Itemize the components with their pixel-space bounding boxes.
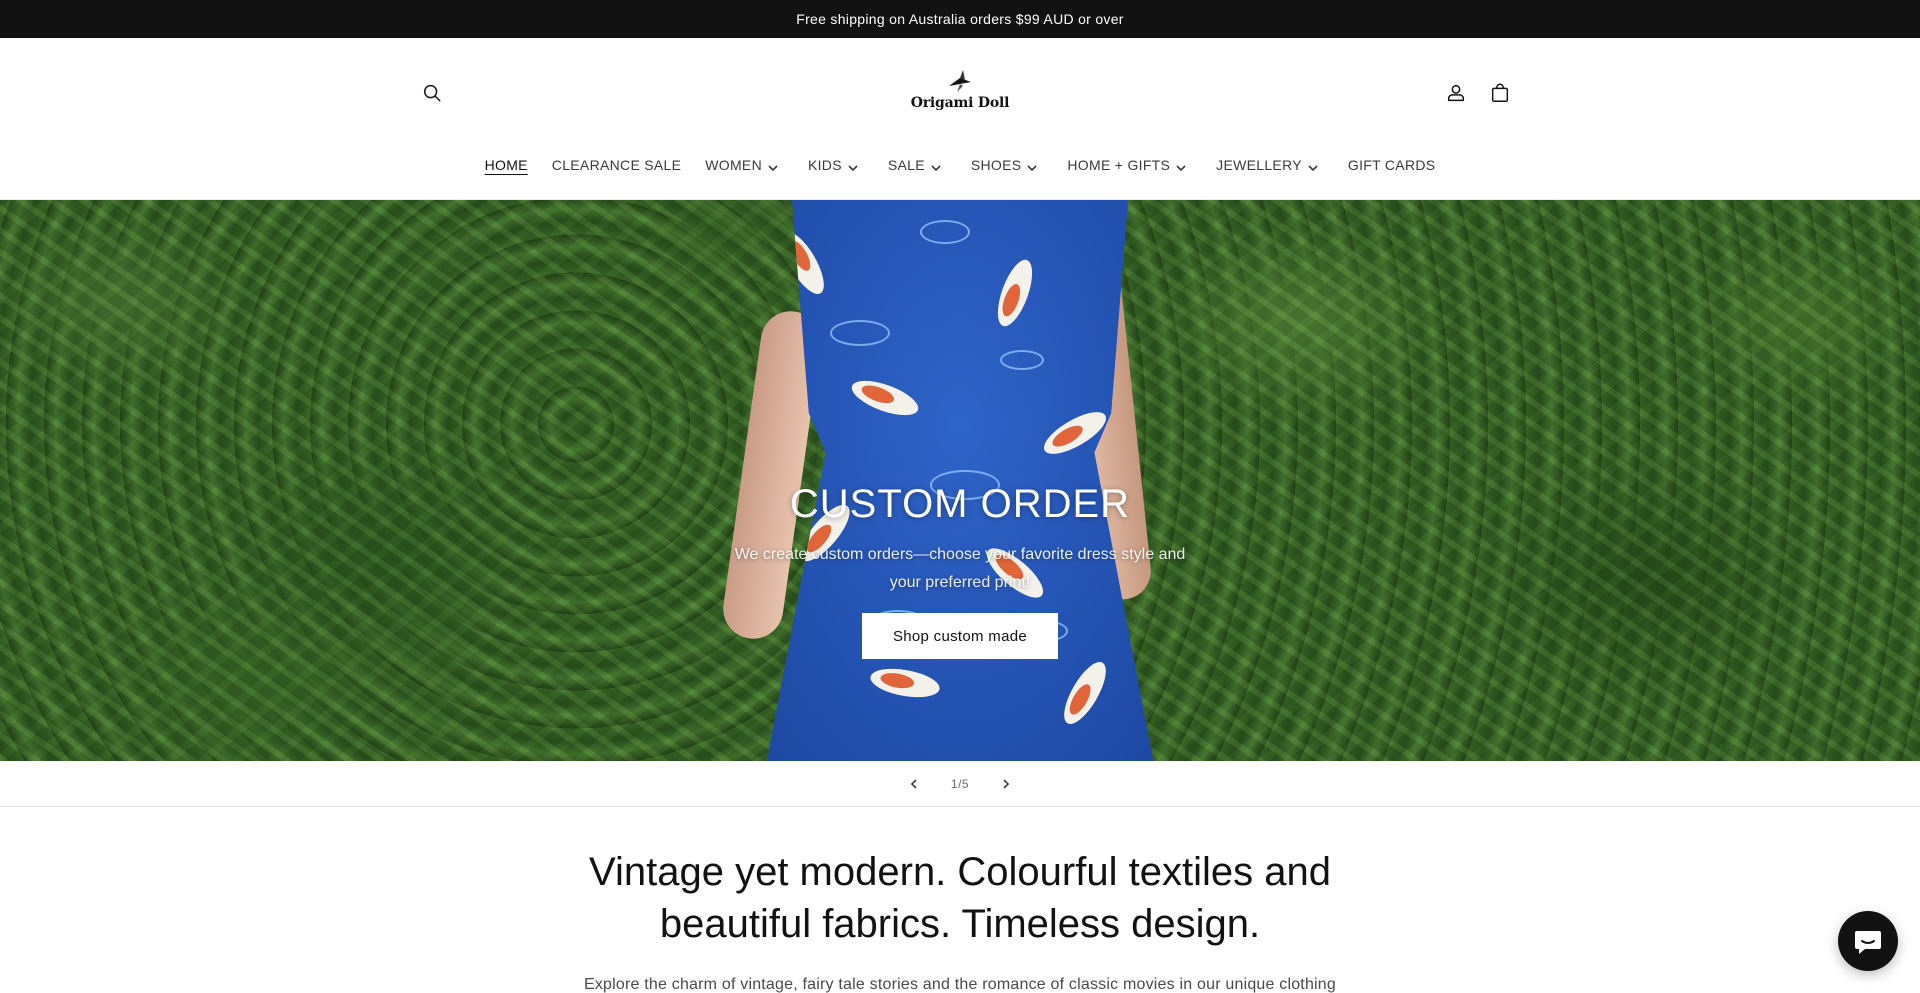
nav-label: SALE xyxy=(887,157,925,173)
nav-item-gift-cards[interactable]: GIFT CARDS xyxy=(1336,150,1448,180)
ripple-print xyxy=(920,220,970,244)
main-nav: HOME CLEARANCE SALE WOMEN KIDS SALE SHOE… xyxy=(0,150,1920,180)
chevron-left-icon xyxy=(910,778,917,789)
nav-label: SHOES xyxy=(970,157,1022,173)
koi-print xyxy=(847,373,923,423)
nav-item-kids[interactable]: KIDS xyxy=(796,150,876,180)
search-button[interactable] xyxy=(414,75,450,111)
bag-icon xyxy=(1491,83,1509,102)
ripple-print xyxy=(1000,350,1044,370)
koi-print xyxy=(990,255,1040,331)
previous-slide-button[interactable] xyxy=(903,773,925,795)
nav-item-clearance-sale[interactable]: CLEARANCE SALE xyxy=(540,150,693,180)
koi-print xyxy=(868,664,942,702)
account-button[interactable] xyxy=(1438,75,1474,111)
intro-body: Explore the charm of vintage, fairy tale… xyxy=(583,976,1337,993)
nav-item-home[interactable]: HOME xyxy=(473,150,540,180)
hero-subtitle: We create custom orders—choose your favo… xyxy=(734,546,1186,591)
chat-icon xyxy=(1855,931,1881,954)
intro-heading: Vintage yet modern. Colourful textiles a… xyxy=(589,850,1331,946)
shop-custom-made-button[interactable]: Shop custom made xyxy=(862,613,1058,659)
announcement-bar: Free shipping on Australia orders $99 AU… xyxy=(0,0,1920,38)
site-logo[interactable]: Origami Doll xyxy=(906,68,1014,120)
origami-crane-icon xyxy=(949,70,971,92)
next-slide-button[interactable] xyxy=(995,773,1017,795)
user-icon xyxy=(1447,84,1465,102)
nav-label: WOMEN xyxy=(705,157,762,173)
chevron-down-icon xyxy=(768,160,784,172)
nav-item-jewellery[interactable]: JEWELLERY xyxy=(1204,150,1336,180)
nav-item-women[interactable]: WOMEN xyxy=(693,150,796,180)
slide-counter: 1/5 xyxy=(950,776,970,791)
nav-item-home-gifts[interactable]: HOME + GIFTS xyxy=(1055,150,1204,180)
nav-label: CLEARANCE SALE xyxy=(551,157,682,173)
slideshow-controls: 1/5 xyxy=(0,761,1920,807)
chevron-down-icon xyxy=(1176,160,1192,172)
site-header: Origami Doll HOME CLEARANCE SALE WOMEN K… xyxy=(0,38,1920,200)
logo-text: Origami Doll xyxy=(910,95,1010,111)
announcement-text: Free shipping on Australia orders $99 AU… xyxy=(796,11,1124,27)
cart-button[interactable] xyxy=(1482,75,1518,111)
hero-content: CUSTOM ORDER We create custom orders—cho… xyxy=(0,482,1920,659)
search-icon xyxy=(423,84,441,102)
nav-item-sale[interactable]: SALE xyxy=(876,150,959,180)
chevron-down-icon xyxy=(848,160,864,172)
nav-label: HOME + GIFTS xyxy=(1067,157,1171,173)
intro-section: Vintage yet modern. Colourful textiles a… xyxy=(0,846,1920,993)
koi-print xyxy=(1056,656,1114,730)
chat-button[interactable] xyxy=(1838,911,1898,971)
nav-label: JEWELLERY xyxy=(1216,157,1302,173)
chevron-right-icon xyxy=(1003,778,1010,789)
nav-label: KIDS xyxy=(807,157,842,173)
ripple-print xyxy=(830,320,890,346)
chevron-down-icon xyxy=(1027,160,1043,172)
chevron-down-icon xyxy=(1308,160,1324,172)
hero-slide: CUSTOM ORDER We create custom orders—cho… xyxy=(0,200,1920,761)
nav-label: GIFT CARDS xyxy=(1347,157,1436,173)
nav-item-shoes[interactable]: SHOES xyxy=(959,150,1056,180)
hero-title: CUSTOM ORDER xyxy=(789,482,1131,526)
chevron-down-icon xyxy=(931,160,947,172)
nav-label: HOME xyxy=(484,157,528,173)
